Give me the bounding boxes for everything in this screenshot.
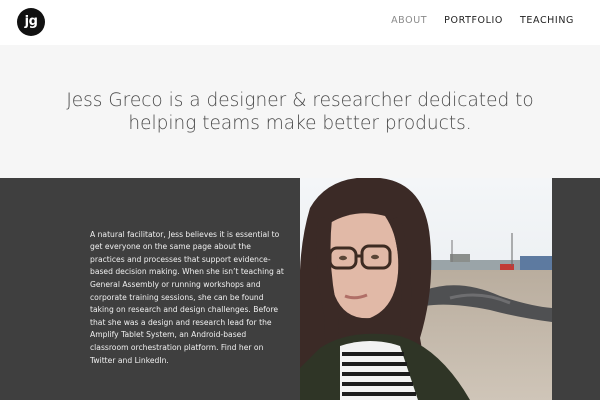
- portrait-illustration: [300, 178, 552, 400]
- nav-portfolio[interactable]: PORTFOLIO: [444, 15, 503, 26]
- logo-text: jg: [24, 13, 38, 29]
- top-navigation-bar: jg ABOUT PORTFOLIO TEACHING: [0, 0, 600, 45]
- hero-headline: Jess Greco is a designer & researcher de…: [60, 89, 540, 135]
- hero-section: Jess Greco is a designer & researcher de…: [0, 45, 600, 178]
- bio-paragraph: A natural facilitator, Jess believes it …: [90, 229, 284, 365]
- hero-line-2: helping teams make better products.: [128, 113, 472, 134]
- nav-about[interactable]: ABOUT: [391, 15, 427, 26]
- main-nav: ABOUT PORTFOLIO TEACHING: [374, 15, 574, 26]
- hero-line-1: Jess Greco is a designer & researcher de…: [66, 90, 534, 111]
- portrait-photo: [300, 178, 552, 400]
- logo[interactable]: jg: [17, 8, 45, 36]
- nav-teaching[interactable]: TEACHING: [520, 15, 574, 26]
